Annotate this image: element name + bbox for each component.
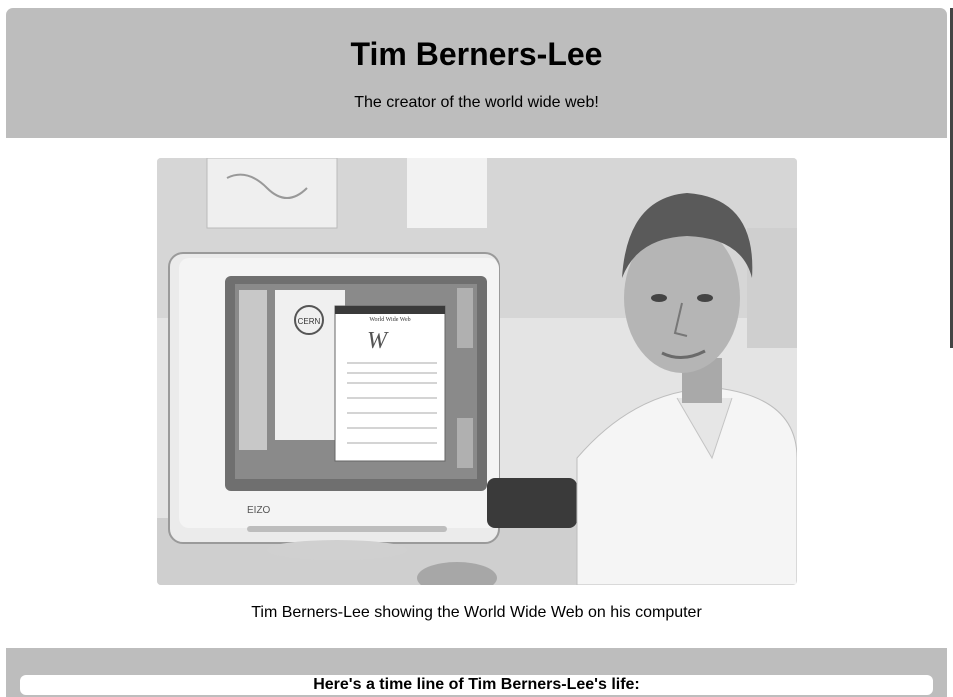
page-header: Tim Berners-Lee The creator of the world… [6, 8, 947, 138]
web-window-title: World Wide Web [369, 317, 410, 323]
cern-logo-text: CERN [298, 317, 321, 326]
tim-berners-lee-photo: CERN World Wide Web W EIZO [157, 158, 797, 585]
monitor-brand: EIZO [247, 505, 271, 516]
timeline-heading-box: Here's a time line of Tim Berners-Lee's … [20, 675, 933, 695]
svg-text:W: W [367, 328, 389, 354]
page-subtitle: The creator of the world wide web! [354, 94, 599, 111]
photo-caption: Tim Berners-Lee showing the World Wide W… [251, 604, 702, 621]
timeline-section: Here's a time line of Tim Berners-Lee's … [6, 648, 947, 697]
timeline-heading: Here's a time line of Tim Berners-Lee's … [313, 676, 640, 693]
page: Tim Berners-Lee The creator of the world… [0, 0, 953, 697]
page-title: Tim Berners-Lee [350, 36, 603, 72]
photo-illustration: CERN World Wide Web W EIZO [157, 158, 797, 585]
